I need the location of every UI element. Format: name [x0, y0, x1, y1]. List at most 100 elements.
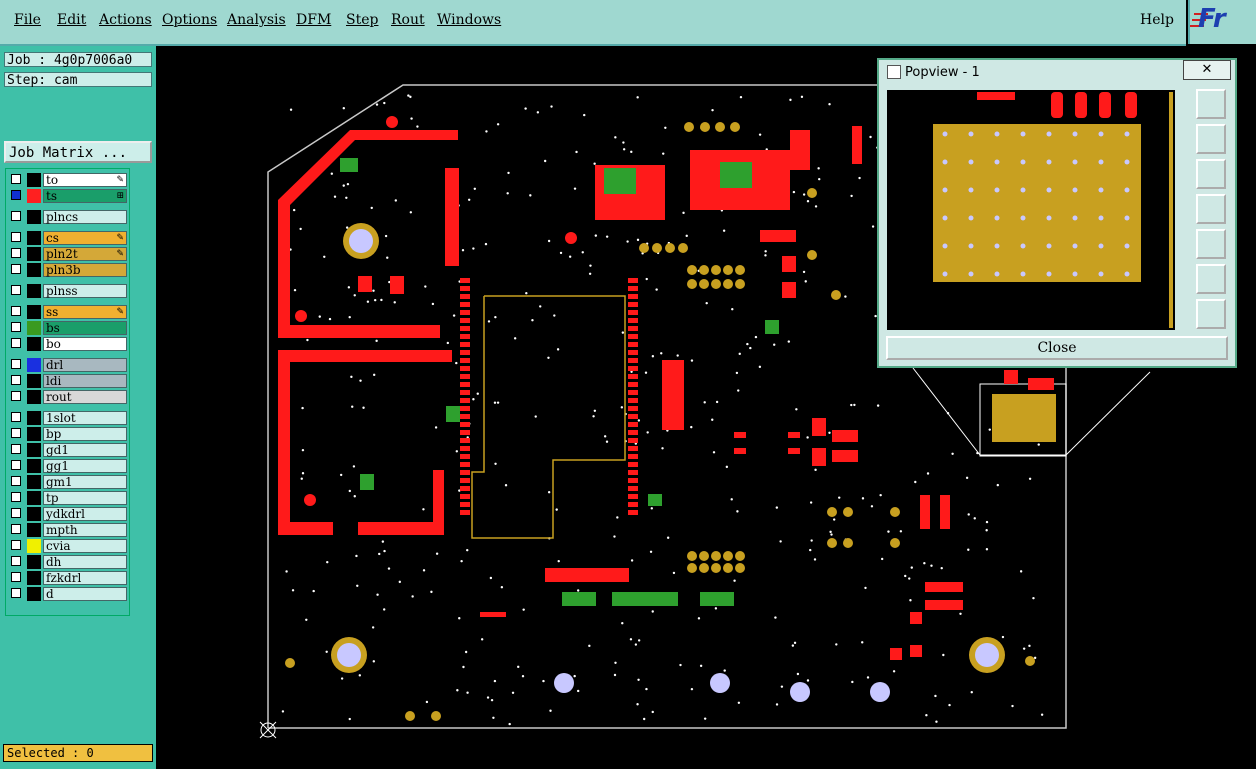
menu-dfm[interactable]: DFM: [296, 12, 331, 28]
layer-checkbox[interactable]: [11, 306, 21, 316]
layer-row-d[interactable]: d: [9, 587, 127, 601]
layer-checkbox[interactable]: [11, 359, 21, 369]
layer-name[interactable]: ss ✎: [43, 305, 127, 319]
layer-checkbox[interactable]: [11, 476, 21, 486]
layer-name[interactable]: mpth: [43, 523, 127, 537]
layer-color-swatch: [27, 247, 41, 261]
layer-row-cs[interactable]: cs ✎: [9, 231, 127, 245]
menu-step[interactable]: Step: [346, 12, 378, 28]
menu-file[interactable]: File: [14, 12, 41, 28]
layer-row-ydkdrl[interactable]: ydkdrl: [9, 507, 127, 521]
layer-row-gd1[interactable]: gd1: [9, 443, 127, 457]
menu-windows[interactable]: Windows: [437, 12, 501, 28]
popview-zoom-out-icon[interactable]: [1196, 299, 1226, 329]
layer-name[interactable]: fzkdrl: [43, 571, 127, 585]
popview-close-button[interactable]: Close: [886, 336, 1228, 360]
layer-row-pln2t[interactable]: pln2t ✎: [9, 247, 127, 261]
menu-edit[interactable]: Edit: [57, 12, 86, 28]
close-x-button[interactable]: ✕: [1183, 60, 1231, 80]
layer-name[interactable]: ldi: [43, 374, 127, 388]
popview-titlebar[interactable]: Popview - 1 ✕: [879, 60, 1235, 86]
layer-row-drl[interactable]: drl: [9, 358, 127, 372]
layer-row-rout[interactable]: rout: [9, 390, 127, 404]
layer-name[interactable]: tp: [43, 491, 127, 505]
layer-checkbox[interactable]: [11, 264, 21, 274]
menu-rout[interactable]: Rout: [391, 12, 425, 28]
layer-name[interactable]: ydkdrl: [43, 507, 127, 521]
layer-checkbox[interactable]: [11, 211, 21, 221]
layer-row-dh[interactable]: dh: [9, 555, 127, 569]
layer-checkbox[interactable]: [11, 375, 21, 385]
layer-name[interactable]: pln2t ✎: [43, 247, 127, 261]
layer-checkbox[interactable]: [11, 322, 21, 332]
popview-pan-down-icon[interactable]: [1196, 159, 1226, 189]
layer-name[interactable]: plncs: [43, 210, 127, 224]
layer-name[interactable]: bp: [43, 427, 127, 441]
layer-checkbox[interactable]: [11, 444, 21, 454]
layer-row-ss[interactable]: ss ✎: [9, 305, 127, 319]
menu-help[interactable]: Help: [1140, 12, 1174, 28]
layer-checkbox[interactable]: [11, 232, 21, 242]
layer-name[interactable]: cvia: [43, 539, 127, 553]
popview-pan-left-icon[interactable]: [1196, 194, 1226, 224]
layer-checkbox[interactable]: [11, 508, 21, 518]
layer-name[interactable]: cs ✎: [43, 231, 127, 245]
layer-row-tp[interactable]: tp: [9, 491, 127, 505]
layer-name[interactable]: 1slot: [43, 411, 127, 425]
layer-row-1slot[interactable]: 1slot: [9, 411, 127, 425]
layer-row-cvia[interactable]: cvia: [9, 539, 127, 553]
layer-checkbox[interactable]: [11, 190, 21, 200]
layer-row-bp[interactable]: bp: [9, 427, 127, 441]
menu-analysis[interactable]: Analysis: [227, 12, 286, 28]
layer-name[interactable]: dh: [43, 555, 127, 569]
popview-viewport[interactable]: [887, 90, 1175, 330]
layer-name[interactable]: gm1: [43, 475, 127, 489]
layer-color-swatch: [27, 539, 41, 553]
popview-zoom-in-icon[interactable]: [1196, 264, 1226, 294]
layer-checkbox[interactable]: [11, 338, 21, 348]
layer-checkbox[interactable]: [11, 460, 21, 470]
layer-name[interactable]: rout: [43, 390, 127, 404]
layer-name[interactable]: drl: [43, 358, 127, 372]
layer-checkbox[interactable]: [11, 556, 21, 566]
layer-name[interactable]: pln3b: [43, 263, 127, 277]
layer-name[interactable]: to ✎: [43, 173, 127, 187]
layer-row-fzkdrl[interactable]: fzkdrl: [9, 571, 127, 585]
layer-color-swatch: [27, 523, 41, 537]
layer-name[interactable]: ts ⊞: [43, 189, 127, 203]
layer-row-plncs[interactable]: plncs: [9, 210, 127, 224]
layer-name[interactable]: gg1: [43, 459, 127, 473]
layer-row-bo[interactable]: bo: [9, 337, 127, 351]
layer-name[interactable]: bo: [43, 337, 127, 351]
layer-checkbox[interactable]: [11, 428, 21, 438]
layer-checkbox[interactable]: [11, 492, 21, 502]
layer-row-pln3b[interactable]: pln3b: [9, 263, 127, 277]
layer-checkbox[interactable]: [11, 248, 21, 258]
layer-row-bs[interactable]: bs: [9, 321, 127, 335]
layer-row-gg1[interactable]: gg1: [9, 459, 127, 473]
layer-checkbox[interactable]: [11, 412, 21, 422]
layer-checkbox[interactable]: [11, 391, 21, 401]
layer-row-ts[interactable]: ts ⊞: [9, 189, 127, 203]
layer-row-gm1[interactable]: gm1: [9, 475, 127, 489]
menu-actions[interactable]: Actions: [99, 12, 152, 28]
layer-checkbox[interactable]: [11, 572, 21, 582]
layer-row-mpth[interactable]: mpth: [9, 523, 127, 537]
layer-name[interactable]: gd1: [43, 443, 127, 457]
popview-zoom-home-icon[interactable]: [1196, 89, 1226, 119]
layer-name[interactable]: d: [43, 587, 127, 601]
layer-checkbox[interactable]: [11, 524, 21, 534]
layer-row-ldi[interactable]: ldi: [9, 374, 127, 388]
popview-pan-up-icon[interactable]: [1196, 124, 1226, 154]
layer-checkbox[interactable]: [11, 540, 21, 550]
menu-options[interactable]: Options: [162, 12, 217, 28]
layer-row-to[interactable]: to ✎: [9, 173, 127, 187]
layer-checkbox[interactable]: [11, 588, 21, 598]
job-matrix-button[interactable]: Job Matrix ...: [4, 141, 152, 163]
layer-name[interactable]: plnss: [43, 284, 127, 298]
popview-pan-right-icon[interactable]: [1196, 229, 1226, 259]
layer-name[interactable]: bs: [43, 321, 127, 335]
layer-checkbox[interactable]: [11, 174, 21, 184]
layer-checkbox[interactable]: [11, 285, 21, 295]
layer-row-plnss[interactable]: plnss: [9, 284, 127, 298]
